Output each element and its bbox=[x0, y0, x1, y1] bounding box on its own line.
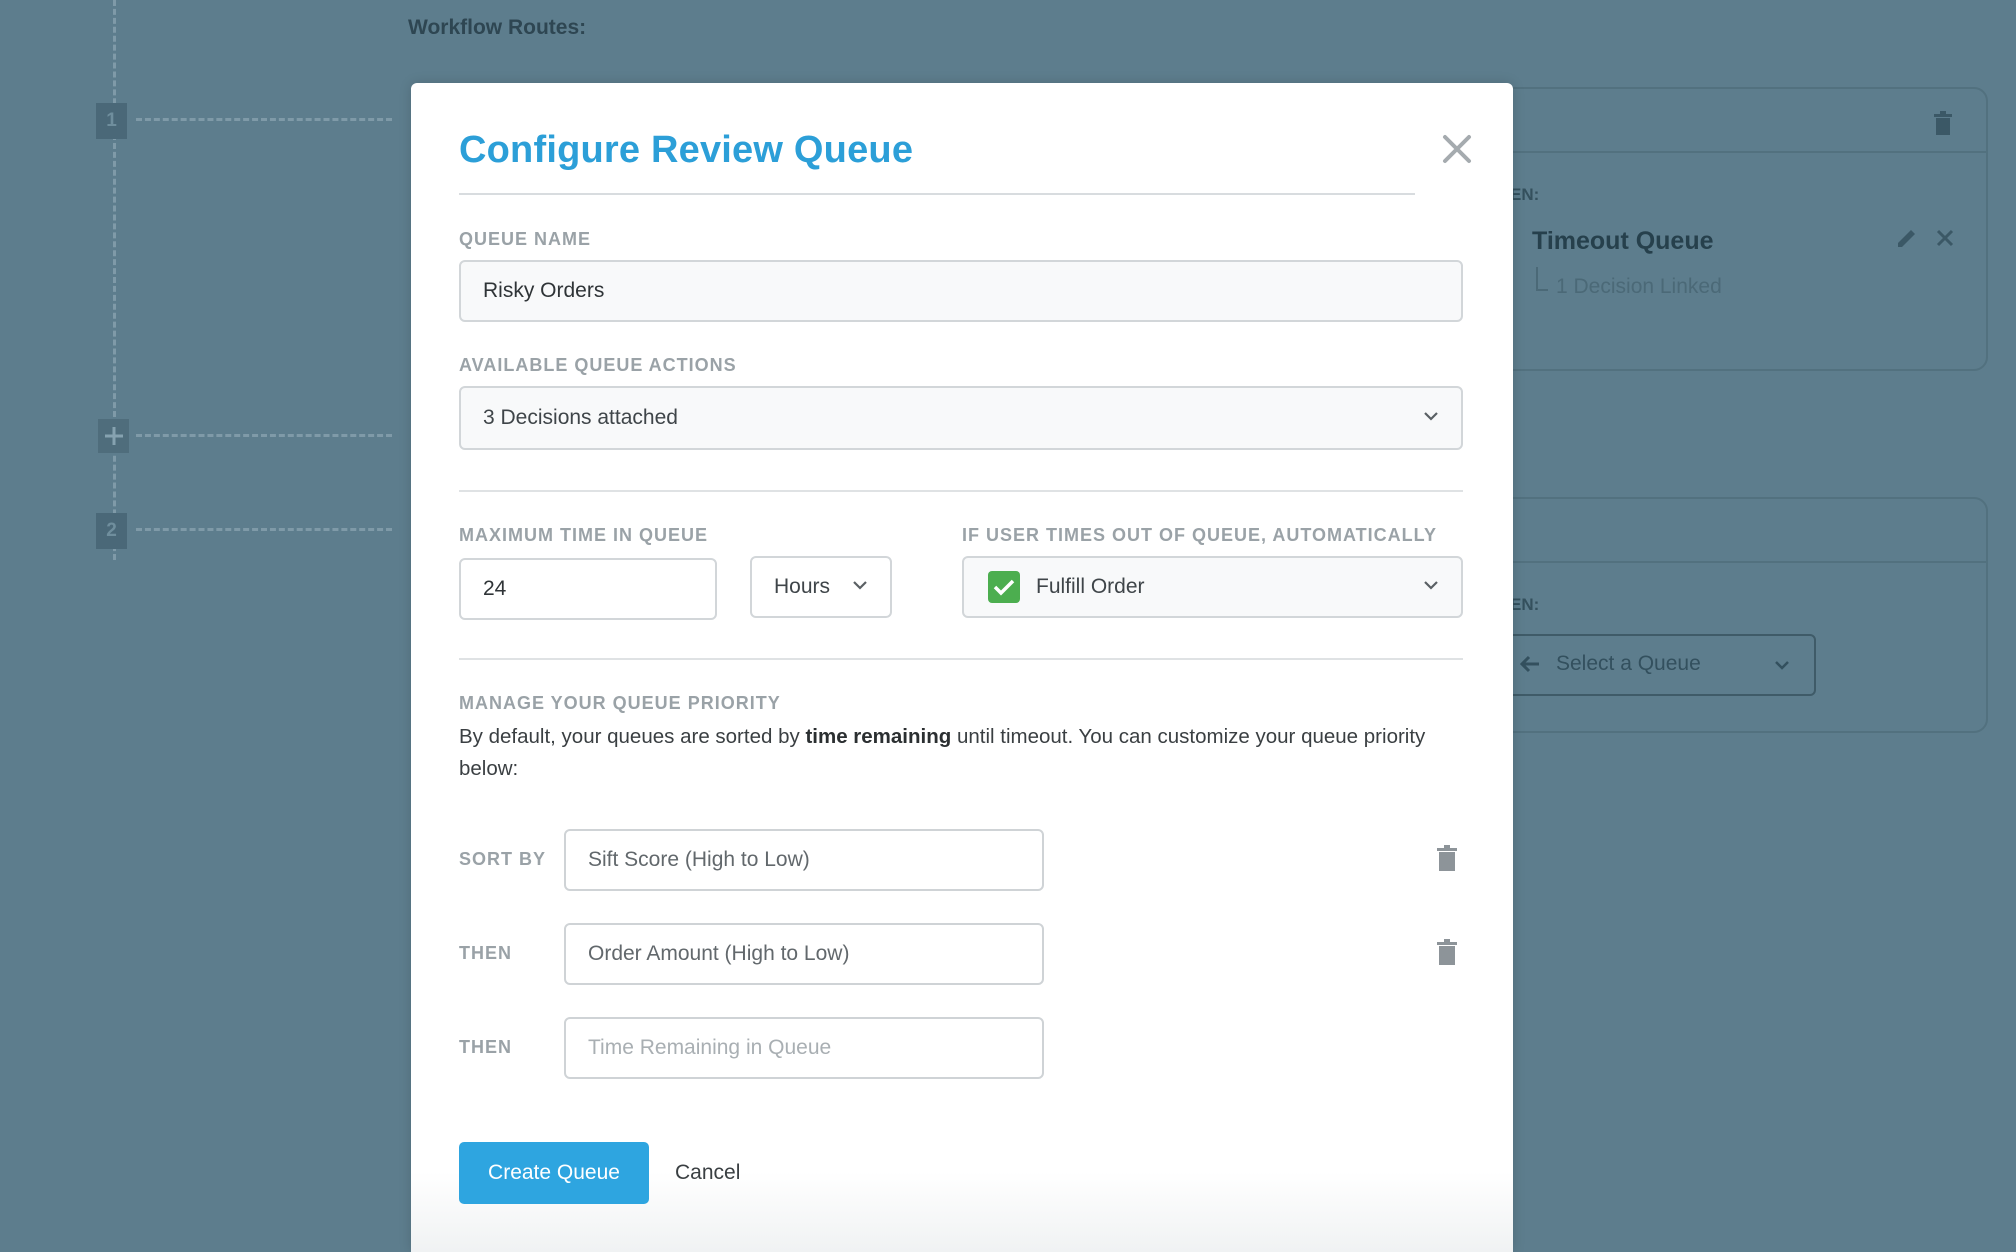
description-text: By default, your queues are sorted by bbox=[459, 725, 806, 748]
add-route-connector bbox=[136, 434, 392, 437]
route-step-1: 1 bbox=[96, 103, 127, 139]
route-1-linked-count: 1 Decision Linked bbox=[1556, 275, 1722, 298]
route-2-connector bbox=[136, 528, 392, 531]
create-queue-button[interactable]: Create Queue bbox=[459, 1142, 649, 1204]
section-divider bbox=[459, 658, 1463, 660]
title-divider bbox=[459, 193, 1415, 195]
delete-route-icon[interactable] bbox=[1934, 111, 1952, 135]
route-1-then-label: EN: bbox=[1510, 185, 1540, 204]
route-1-connector bbox=[136, 118, 392, 121]
queue-actions-value: 3 Decisions attached bbox=[483, 406, 678, 429]
select-queue-dropdown[interactable]: Select a Queue bbox=[1482, 634, 1816, 696]
queue-actions-label: AVAILABLE QUEUE ACTIONS bbox=[459, 355, 737, 375]
route-2-then-label: EN: bbox=[1510, 595, 1540, 614]
time-unit-dropdown[interactable]: Hours bbox=[750, 556, 892, 618]
cancel-button[interactable]: Cancel bbox=[675, 1142, 740, 1204]
route-connector-line bbox=[113, 0, 116, 560]
then-sort-value: Order Amount (High to Low) bbox=[588, 942, 850, 965]
time-unit-value: Hours bbox=[774, 575, 831, 598]
route-step-2: 2 bbox=[96, 513, 127, 549]
sort-by-value: Sift Score (High to Low) bbox=[588, 848, 810, 871]
priority-description: By default, your queues are sorted by ti… bbox=[459, 721, 1469, 785]
then-sort-placeholder: Time Remaining in Queue bbox=[588, 1036, 832, 1059]
remove-queue-icon[interactable] bbox=[1936, 229, 1954, 247]
max-time-label: MAXIMUM TIME IN QUEUE bbox=[459, 525, 708, 545]
chevron-down-icon bbox=[853, 581, 867, 590]
workflow-routes-title: Workflow Routes: bbox=[408, 16, 587, 39]
plus-icon bbox=[104, 427, 123, 445]
linked-branch-icon bbox=[1536, 267, 1548, 291]
chevron-down-icon bbox=[1775, 661, 1789, 670]
chevron-down-icon bbox=[1424, 412, 1438, 421]
then-label: THEN bbox=[459, 943, 512, 963]
chevron-down-icon bbox=[1424, 581, 1438, 590]
section-divider bbox=[459, 490, 1463, 492]
priority-label: MANAGE YOUR QUEUE PRIORITY bbox=[459, 693, 781, 713]
timeout-action-label: IF USER TIMES OUT OF QUEUE, AUTOMATICALL… bbox=[962, 525, 1438, 545]
add-route-button[interactable] bbox=[98, 419, 129, 453]
arrow-left-icon bbox=[1520, 655, 1539, 673]
route-1-card: EN: Timeout Queue 1 Decision Linked bbox=[1480, 87, 1988, 371]
timeout-action-value: Fulfill Order bbox=[1036, 575, 1145, 598]
trash-icon[interactable] bbox=[1437, 845, 1457, 871]
modal-title: Configure Review Queue bbox=[459, 129, 914, 171]
queue-name-input[interactable] bbox=[459, 260, 1463, 322]
max-time-input[interactable] bbox=[459, 558, 717, 620]
route-2-card: EN: Select a Queue bbox=[1480, 497, 1988, 733]
description-bold-text: time remaining bbox=[805, 725, 952, 748]
edit-icon[interactable] bbox=[1896, 227, 1918, 249]
sort-by-label: SORT BY bbox=[459, 849, 547, 869]
checkmark-icon bbox=[993, 579, 1015, 596]
timeout-action-dropdown[interactable]: Fulfill Order bbox=[962, 556, 1463, 618]
queue-name-label: QUEUE NAME bbox=[459, 229, 592, 249]
then-label: THEN bbox=[459, 1037, 512, 1057]
close-icon[interactable] bbox=[1433, 125, 1481, 173]
then-sort-field[interactable]: Order Amount (High to Low) bbox=[564, 923, 1044, 985]
sort-by-field[interactable]: Sift Score (High to Low) bbox=[564, 829, 1044, 891]
route-1-queue-name: Timeout Queue bbox=[1532, 227, 1714, 255]
configure-queue-modal: Configure Review Queue QUEUE NAME AVAILA… bbox=[411, 83, 1513, 1252]
select-queue-placeholder: Select a Queue bbox=[1556, 652, 1701, 675]
checkbox-checked[interactable] bbox=[988, 571, 1020, 603]
trash-icon[interactable] bbox=[1437, 939, 1457, 965]
queue-actions-dropdown[interactable]: 3 Decisions attached bbox=[459, 386, 1463, 450]
then-sort-field-empty[interactable]: Time Remaining in Queue bbox=[564, 1017, 1044, 1079]
